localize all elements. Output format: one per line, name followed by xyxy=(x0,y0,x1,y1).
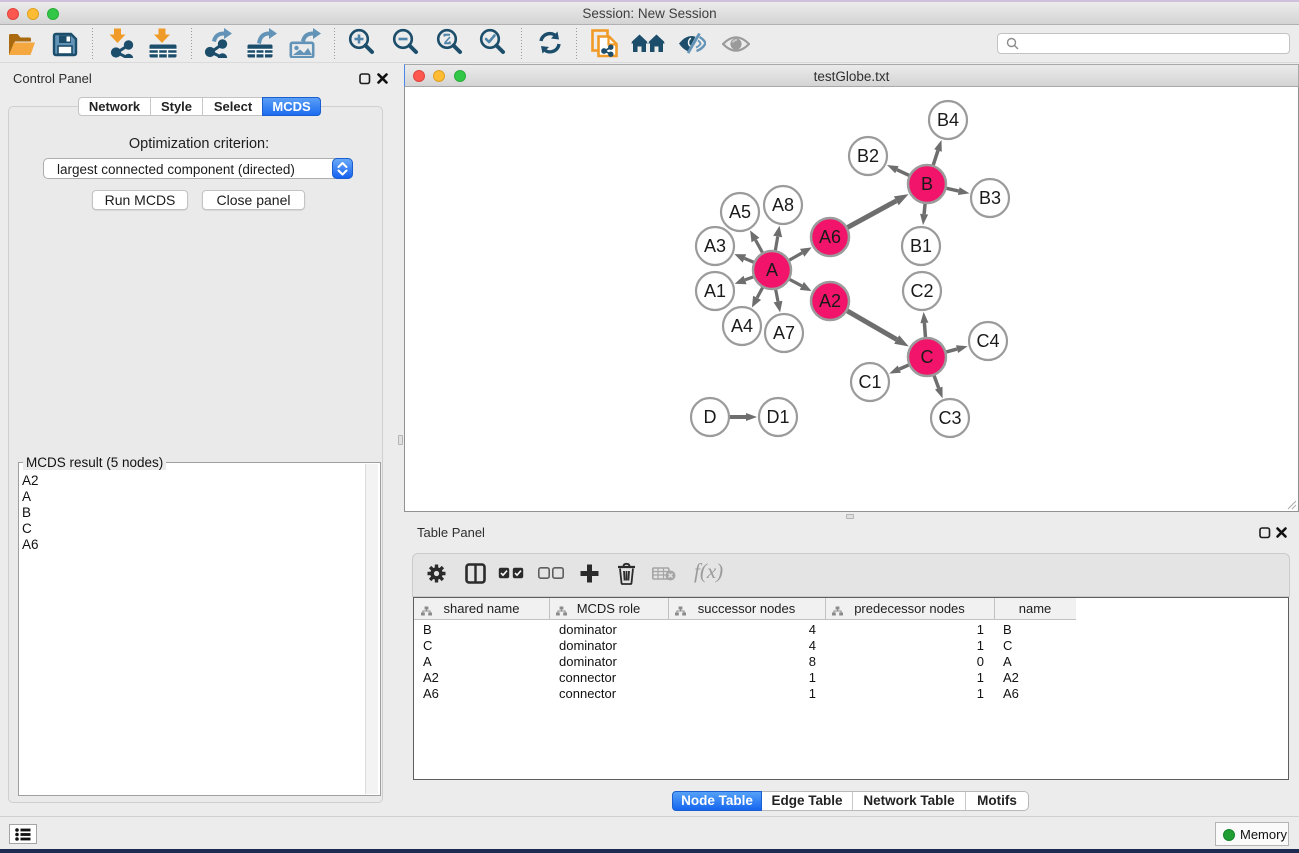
svg-text:A7: A7 xyxy=(773,323,795,343)
svg-text:D: D xyxy=(704,407,717,427)
svg-text:B2: B2 xyxy=(857,146,879,166)
svg-text:A4: A4 xyxy=(731,316,753,336)
svg-text:C3: C3 xyxy=(938,408,961,428)
svg-text:A2: A2 xyxy=(819,291,841,311)
svg-text:C4: C4 xyxy=(976,331,999,351)
svg-text:C2: C2 xyxy=(910,281,933,301)
svg-text:A: A xyxy=(766,260,778,280)
svg-text:A6: A6 xyxy=(819,227,841,247)
svg-text:A1: A1 xyxy=(704,281,726,301)
svg-text:A8: A8 xyxy=(772,195,794,215)
svg-text:A5: A5 xyxy=(729,202,751,222)
svg-text:B4: B4 xyxy=(937,110,959,130)
svg-text:A3: A3 xyxy=(704,236,726,256)
svg-text:C: C xyxy=(921,347,934,367)
svg-text:B3: B3 xyxy=(979,188,1001,208)
svg-text:B: B xyxy=(921,174,933,194)
svg-text:B1: B1 xyxy=(910,236,932,256)
svg-text:D1: D1 xyxy=(766,407,789,427)
svg-text:C1: C1 xyxy=(858,372,881,392)
